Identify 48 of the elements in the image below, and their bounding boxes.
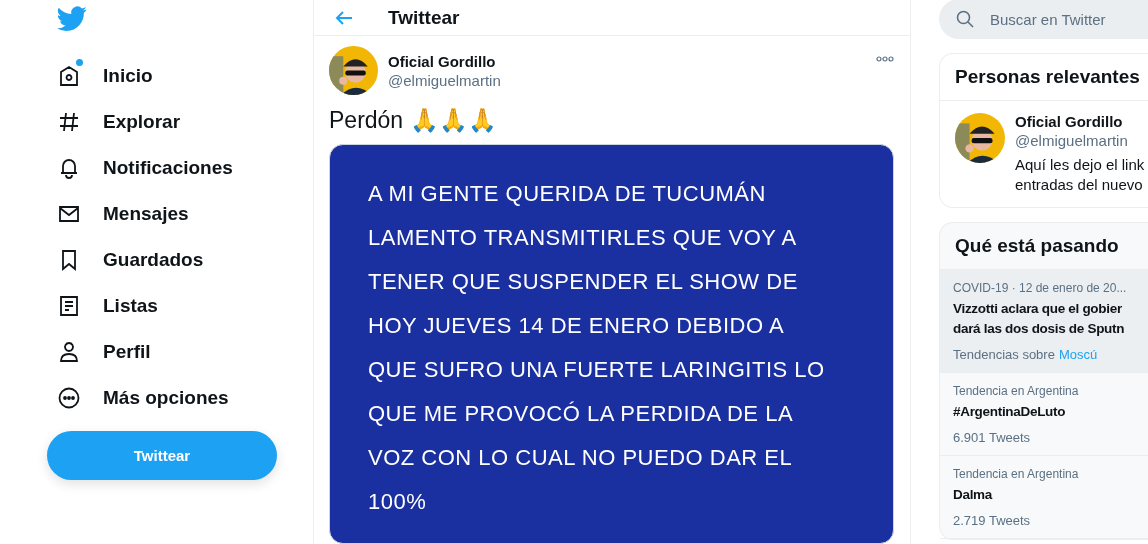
trend-meta: Tendencia en Argentina	[953, 383, 1079, 399]
card-title: Personas relevantes	[940, 54, 1148, 101]
image-text-line: LAMENTO TRANSMITIRLES QUE VOY A	[368, 224, 797, 252]
nav-item[interactable]: Inicio	[47, 53, 312, 99]
trend-footer-label: Tendencias sobre	[953, 347, 1055, 362]
hashtag-icon	[57, 110, 81, 134]
person-bio: entradas del nuevo	[1015, 175, 1144, 195]
tweet-count: 6.901 Tweets	[953, 430, 1032, 445]
trend-title: Dalma	[953, 486, 993, 504]
trend-title: Vizzotti aclara que el gobier dará las dos dosis de Sputn	[953, 300, 1125, 338]
list-icon	[57, 294, 81, 318]
tweet-image[interactable]	[329, 144, 894, 544]
nav-item[interactable]: Más opciones	[47, 375, 312, 421]
house-icon	[57, 64, 81, 88]
trend-meta: Tendencia en Argentina	[953, 466, 1079, 482]
nav-item[interactable]: Explorar	[47, 99, 312, 145]
image-text-line: 100%	[368, 488, 427, 516]
search-bar[interactable]: Buscar en Twitter	[939, 0, 1148, 39]
tweet-text: Perdón 🙏🙏🙏	[329, 107, 498, 134]
nav-item[interactable]: Mensajes	[47, 191, 312, 237]
bird-logo-icon[interactable]	[57, 6, 87, 32]
tweet-count: 2.719 Tweets	[953, 513, 1032, 528]
image-text-line: A MI GENTE QUERIDA DE TUCUMÁN	[368, 180, 766, 208]
nav-item[interactable]: Guardados	[47, 237, 312, 283]
more-icon	[57, 386, 81, 410]
person-icon	[57, 340, 81, 364]
author-name[interactable]: Oficial Gordillo	[388, 52, 866, 70]
image-text-line: TENER QUE SUSPENDER EL SHOW DE	[368, 268, 798, 296]
person-bio: Aquí les dejo el link	[1015, 155, 1145, 175]
image-text-line: QUE ME PROVOCÓ LA PERDIDA DE LA	[368, 400, 794, 428]
nav-item[interactable]: Listas	[47, 283, 312, 329]
trend-title: #ArgentinaDeLuto	[953, 403, 1066, 421]
more-icon[interactable]	[876, 56, 894, 62]
trend-item[interactable]: Tendencia en Argentina Dalma 2.719 Tweets	[940, 456, 1148, 539]
image-text-line: QUE SUFRO UNA FUERTE LARINGITIS LO	[368, 356, 825, 384]
image-text-line: HOY JUEVES 14 DE ENERO DEBIDO A	[368, 312, 785, 340]
person-handle[interactable]: @elmiguelmartin	[1015, 132, 1145, 149]
search-icon	[956, 10, 974, 28]
page-title: Twittear	[388, 6, 460, 29]
nav-item[interactable]: Notificaciones	[47, 145, 312, 191]
trend-meta: COVID-19 · 12 de enero de 20...	[953, 280, 1127, 296]
search-field[interactable]: Buscar en Twitter	[988, 9, 1142, 29]
nav-item[interactable]: Perfil	[47, 329, 312, 375]
trend-item[interactable]: Tendencia en Argentina #ArgentinaDeLuto 6.901 Tweets	[940, 373, 1148, 456]
trend-item[interactable]: COVID-19 · 12 de enero de 20... Vizzotti aclara que el gobier dará las dos dosis de Sputn Tendencias sobre Moscú	[940, 270, 1148, 373]
author-handle[interactable]: @elmiguelmartin	[388, 71, 866, 89]
person-name[interactable]: Oficial Gordillo	[1015, 113, 1145, 130]
image-text-line: VOZ CON LO CUAL NO PUEDO DAR EL	[368, 444, 793, 472]
